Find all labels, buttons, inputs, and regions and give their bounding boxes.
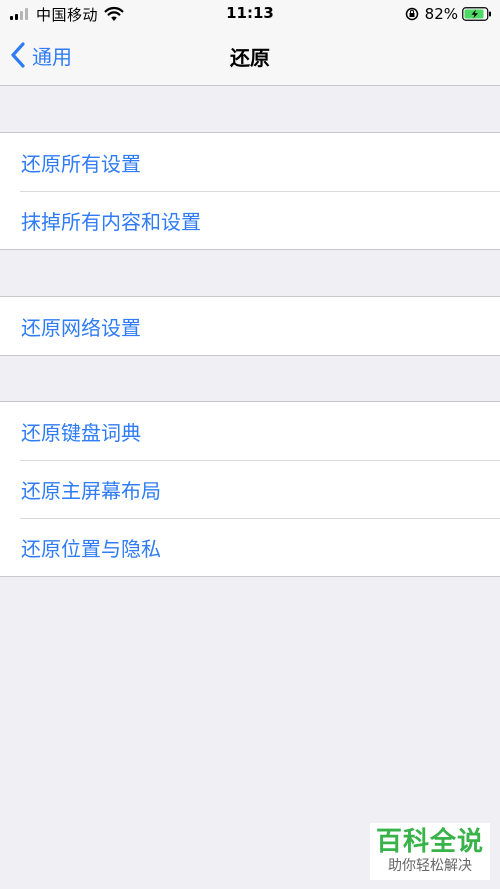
reset-keyboard-dictionary-button[interactable]: 还原键盘词典 xyxy=(0,402,500,460)
status-bar: 中国移动 11:13 82% xyxy=(0,0,500,28)
reset-group-2: 还原网络设置 xyxy=(0,296,500,356)
cell-label: 还原位置与隐私 xyxy=(21,536,161,561)
reset-location-privacy-button[interactable]: 还原位置与隐私 xyxy=(0,518,500,576)
watermark-title: 百科全说 xyxy=(375,827,484,857)
page-title: 还原 xyxy=(230,46,270,70)
navigation-bar: 通用 还原 xyxy=(0,28,500,86)
battery-percent: 82% xyxy=(424,5,458,23)
cell-label: 还原主屏幕布局 xyxy=(21,478,161,503)
reset-network-settings-button[interactable]: 还原网络设置 xyxy=(0,297,500,355)
cell-label: 还原所有设置 xyxy=(21,151,141,176)
reset-group-1: 还原所有设置 抹掉所有内容和设置 xyxy=(0,132,500,250)
cell-label: 还原键盘词典 xyxy=(21,420,141,445)
reset-home-screen-layout-button[interactable]: 还原主屏幕布局 xyxy=(0,460,500,518)
status-right: 82% xyxy=(405,4,492,24)
erase-all-content-button[interactable]: 抹掉所有内容和设置 xyxy=(0,191,500,249)
reset-all-settings-button[interactable]: 还原所有设置 xyxy=(0,133,500,191)
reset-group-3: 还原键盘词典 还原主屏幕布局 还原位置与隐私 xyxy=(0,401,500,577)
battery-charging-icon xyxy=(462,7,491,21)
cell-label: 抹掉所有内容和设置 xyxy=(21,209,201,234)
watermark-logo: 百科全说 助你轻松解决 xyxy=(370,823,490,880)
watermark-subtitle: 助你轻松解决 xyxy=(388,858,472,874)
cell-label: 还原网络设置 xyxy=(21,315,141,340)
rotation-lock-icon xyxy=(405,7,418,21)
